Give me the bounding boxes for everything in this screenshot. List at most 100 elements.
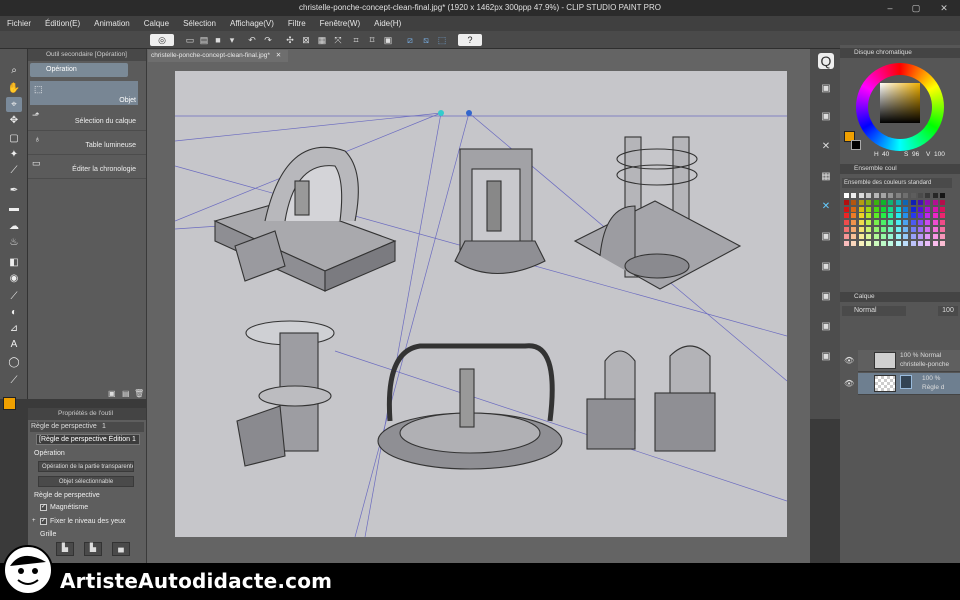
hand-tool-icon[interactable]: ✋ xyxy=(6,81,22,96)
palette-swatch[interactable] xyxy=(866,213,872,219)
brush-tool-icon[interactable]: ☁ xyxy=(6,219,22,234)
palette-swatch[interactable] xyxy=(925,220,931,226)
palette-swatch[interactable] xyxy=(925,240,931,246)
palette-swatch[interactable] xyxy=(903,206,909,212)
palette-swatch[interactable] xyxy=(903,199,909,205)
pencil-tool-icon[interactable]: ▬ xyxy=(6,201,22,216)
open-file-icon[interactable]: ▤ xyxy=(198,34,210,46)
palette-swatch[interactable] xyxy=(881,227,886,232)
subtool-menu-icon[interactable]: ▣ xyxy=(108,389,116,398)
palette-swatch[interactable] xyxy=(903,240,909,246)
color-palette-grid[interactable] xyxy=(844,193,948,249)
ruler-edit-field[interactable]: [Règle de perspective Édition 1 xyxy=(36,434,140,445)
palette-swatch[interactable] xyxy=(881,199,886,205)
palette-swatch[interactable] xyxy=(888,227,894,232)
deselect-icon[interactable]: ⌗ xyxy=(350,34,362,46)
nav-icon-2[interactable]: ▣ xyxy=(818,109,834,125)
palette-swatch[interactable] xyxy=(895,193,901,198)
palette-swatch[interactable] xyxy=(910,220,916,226)
grid-yz-button[interactable]: ▙ xyxy=(84,542,102,556)
menu-selection[interactable]: Sélection xyxy=(176,16,223,31)
delete-subtool-icon[interactable]: 🗑 xyxy=(134,389,144,398)
layer-row[interactable]: 👁 100 % Règle d xyxy=(844,373,960,395)
palette-swatch[interactable] xyxy=(844,199,849,205)
palette-swatch[interactable] xyxy=(932,233,938,239)
palette-swatch[interactable] xyxy=(873,206,879,212)
fill-tool-icon[interactable]: ⟋ xyxy=(6,289,22,304)
document-tab[interactable]: christelle-ponche-concept-clean-final.jp… xyxy=(148,50,288,62)
palette-swatch[interactable] xyxy=(888,233,894,239)
palette-swatch[interactable] xyxy=(866,233,872,239)
nav-icon-7[interactable]: ▣ xyxy=(818,259,834,275)
palette-swatch[interactable] xyxy=(873,193,879,198)
subtool-group-tab[interactable]: Opération xyxy=(30,63,128,77)
palette-swatch[interactable] xyxy=(940,240,946,246)
palette-swatch[interactable] xyxy=(873,199,879,205)
palette-swatch[interactable] xyxy=(910,227,916,232)
selectable-dropdown[interactable]: Objet sélectionnable xyxy=(38,476,134,487)
palette-swatch[interactable] xyxy=(918,193,923,198)
palette-swatch[interactable] xyxy=(932,213,938,219)
palette-swatch[interactable] xyxy=(881,240,886,246)
palette-swatch[interactable] xyxy=(888,240,894,246)
palette-swatch[interactable] xyxy=(858,193,864,198)
sub-color-chip[interactable] xyxy=(851,140,861,150)
figure-tool-icon[interactable]: ⊿ xyxy=(6,321,22,336)
clear-outside-icon[interactable]: ⊠ xyxy=(300,34,312,46)
palette-swatch[interactable] xyxy=(925,233,931,239)
palette-swatch[interactable] xyxy=(918,233,923,239)
saturation-value-square[interactable] xyxy=(880,83,920,123)
palette-swatch[interactable] xyxy=(895,220,901,226)
palette-swatch[interactable] xyxy=(903,193,909,198)
palette-swatch[interactable] xyxy=(851,193,857,198)
eraser-tool-icon[interactable]: ◧ xyxy=(6,255,22,270)
palette-swatch[interactable] xyxy=(858,227,864,232)
menu-view[interactable]: Affichage(V) xyxy=(223,16,281,31)
palette-swatch[interactable] xyxy=(851,220,857,226)
undo-icon[interactable]: ↶ xyxy=(246,34,258,46)
palette-swatch[interactable] xyxy=(940,227,946,232)
nav-icon-8[interactable]: ▣ xyxy=(818,289,834,305)
menu-window[interactable]: Fenêtre(W) xyxy=(313,16,367,31)
expand-eye-level-icon[interactable]: + xyxy=(32,518,36,524)
palette-swatch[interactable] xyxy=(932,199,938,205)
palette-swatch[interactable] xyxy=(932,193,938,198)
palette-swatch[interactable] xyxy=(858,233,864,239)
quick-access-icon[interactable]: Q xyxy=(818,53,834,69)
palette-swatch[interactable] xyxy=(858,199,864,205)
palette-swatch[interactable] xyxy=(910,233,916,239)
minimize-icon[interactable]: – xyxy=(880,0,900,16)
palette-swatch[interactable] xyxy=(940,193,946,198)
layer-row[interactable]: 👁 100 % Normal christelle-ponche xyxy=(844,350,960,372)
palette-swatch[interactable] xyxy=(844,213,849,219)
operation-dropdown[interactable]: Opération de la partie transparente xyxy=(38,461,134,472)
palette-swatch[interactable] xyxy=(932,240,938,246)
visibility-eye-icon[interactable]: 👁 xyxy=(844,356,854,365)
palette-swatch[interactable] xyxy=(858,213,864,219)
redo-icon[interactable]: ↷ xyxy=(262,34,274,46)
operation-tool-icon[interactable]: ⌖ xyxy=(6,97,22,112)
eye-level-checkbox[interactable]: ✓ xyxy=(40,518,47,525)
main-color-swatch[interactable] xyxy=(3,397,16,410)
help-icon[interactable]: ? xyxy=(458,34,482,46)
subtool-item-light-table[interactable]: ♁ Table lumineuse xyxy=(28,133,146,155)
nav-icon-6[interactable]: ▣ xyxy=(818,229,834,245)
move-layer-tool-icon[interactable]: ✥ xyxy=(6,113,22,128)
invert-selection-icon[interactable]: ⌑ xyxy=(366,34,378,46)
close-tab-icon[interactable]: ✕ xyxy=(276,52,281,59)
palette-swatch[interactable] xyxy=(925,213,931,219)
palette-swatch[interactable] xyxy=(844,193,849,198)
auto-select-tool-icon[interactable]: ✦ xyxy=(6,147,22,162)
transform-icon[interactable]: ⤧ xyxy=(332,34,344,46)
palette-swatch[interactable] xyxy=(940,220,946,226)
palette-swatch[interactable] xyxy=(866,206,872,212)
palette-swatch[interactable] xyxy=(925,193,931,198)
subtool-item-layer-selection[interactable]: ⬏ Sélection du calque xyxy=(28,109,146,131)
palette-swatch[interactable] xyxy=(866,227,872,232)
palette-swatch[interactable] xyxy=(888,199,894,205)
nav-icon-1[interactable]: ▣ xyxy=(818,81,834,97)
palette-swatch[interactable] xyxy=(873,240,879,246)
palette-swatch[interactable] xyxy=(918,206,923,212)
palette-swatch[interactable] xyxy=(925,199,931,205)
palette-swatch[interactable] xyxy=(873,233,879,239)
